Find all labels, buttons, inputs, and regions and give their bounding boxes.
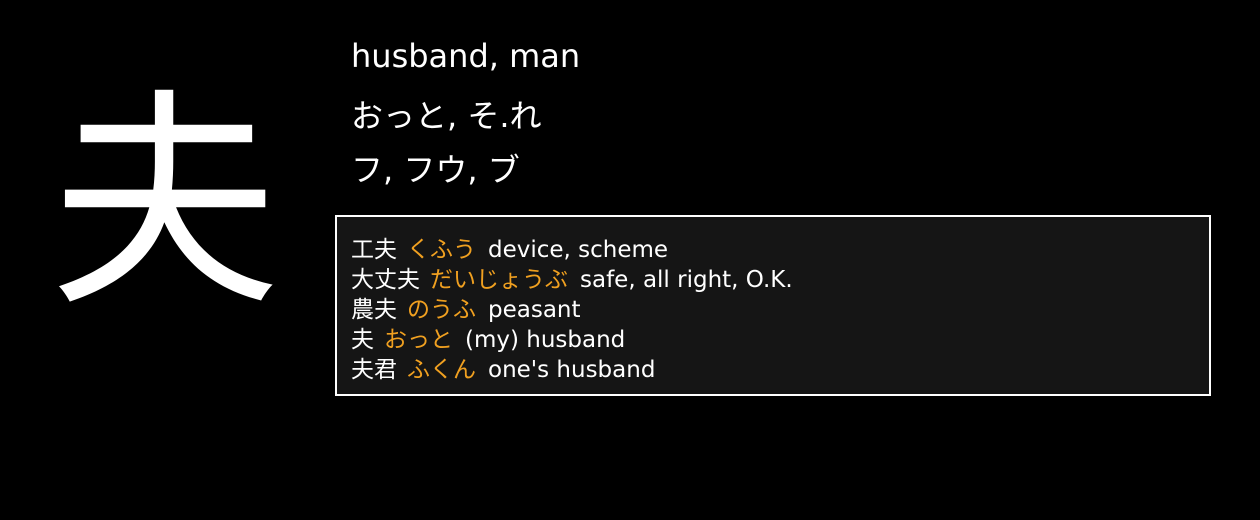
kun-readings: おっと, そ.れ (351, 97, 542, 135)
example-reading: だいじょうぶ (430, 267, 568, 293)
kanji-character: 夫 (50, 71, 281, 338)
on-readings: フ, フウ, ブ (351, 151, 520, 189)
meaning-text: husband, man (351, 37, 581, 75)
example-reading: のうふ (407, 297, 476, 323)
example-row: 農夫 のうふ peasant (351, 295, 1199, 325)
example-word: 工夫 (351, 237, 397, 263)
example-reading: ふくん (407, 357, 476, 383)
example-gloss: device, scheme (488, 237, 669, 263)
example-word: 夫君 (351, 357, 397, 383)
example-row: 夫おっと (my) husband (351, 325, 1199, 355)
example-gloss: peasant (488, 297, 581, 323)
example-row: 大丈夫 だいじょうぶ safe, all right, O.K. (351, 265, 1199, 295)
example-row: 夫君 ふくん one's husband (351, 355, 1199, 385)
example-gloss: safe, all right, O.K. (580, 267, 793, 293)
example-reading: くふう (407, 237, 476, 263)
examples-list: 工夫 くふう device, scheme 大丈夫 だいじょうぶ safe, all r… (351, 235, 1199, 385)
example-reading: おっと (384, 327, 453, 353)
examples-panel: 工夫 くふう device, scheme 大丈夫 だいじょうぶ safe, all r… (335, 215, 1211, 396)
example-word: 大丈夫 (351, 267, 420, 293)
example-gloss: (my) husband (465, 327, 626, 353)
example-gloss: one's husband (488, 357, 656, 383)
example-row: 工夫 くふう device, scheme (351, 235, 1199, 265)
example-word: 夫 (351, 327, 374, 353)
example-word: 農夫 (351, 297, 397, 323)
